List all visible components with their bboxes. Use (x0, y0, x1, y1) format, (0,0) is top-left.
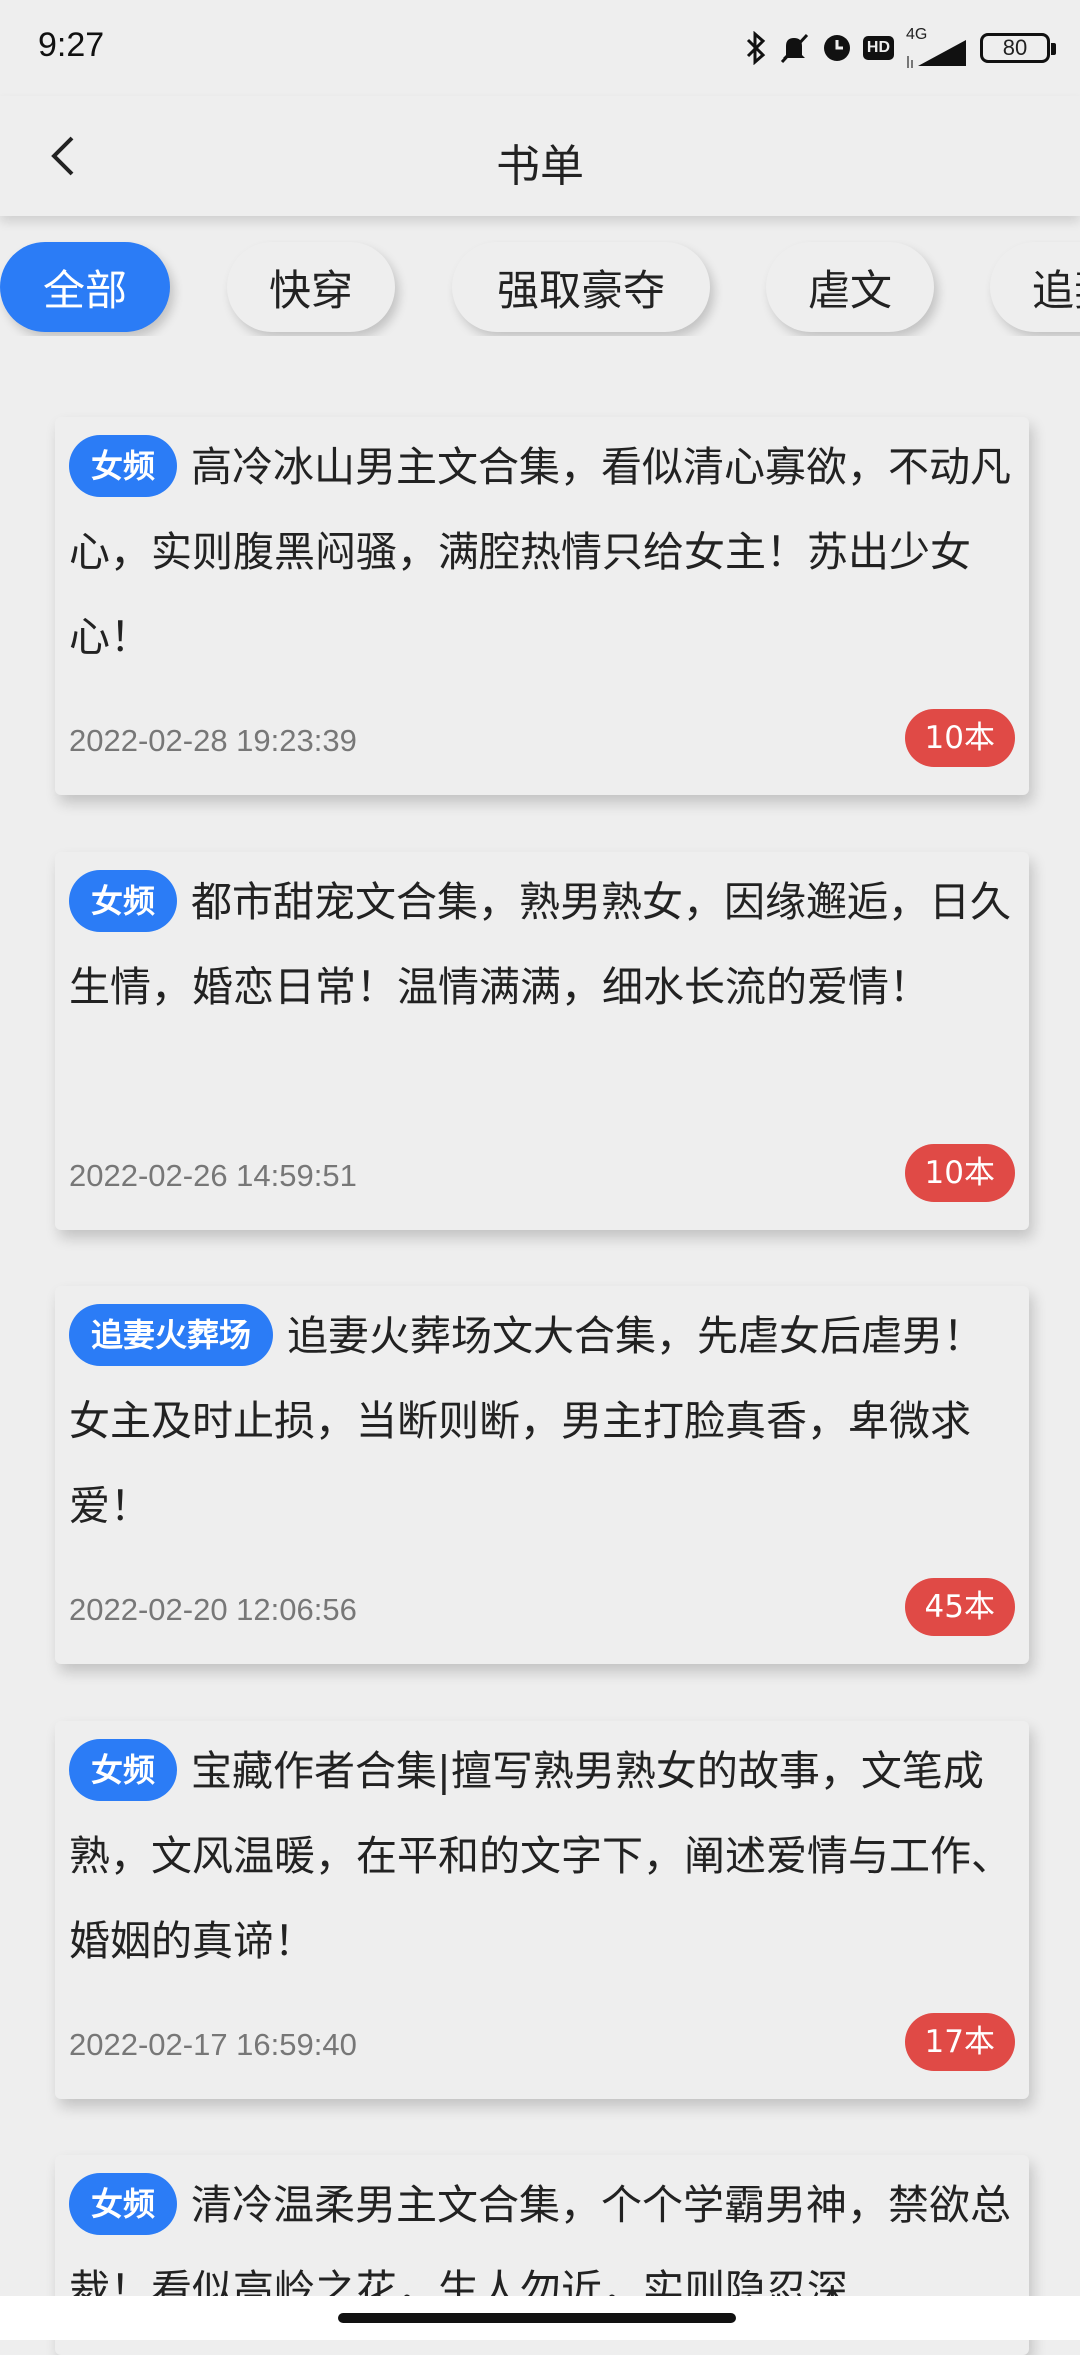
book-count-badge: 17本 (904, 2013, 1015, 2071)
tab-nuewen[interactable]: 虐文 (766, 242, 934, 332)
tab-all[interactable]: 全部 (0, 242, 170, 332)
category-badge: 女频 (69, 435, 178, 497)
category-badge: 女频 (69, 2173, 178, 2235)
status-bar: 9:27 HD 4G 80 (0, 0, 1080, 96)
page-title: 书单 (496, 141, 584, 192)
home-indicator[interactable] (338, 2313, 736, 2323)
battery-icon: 80 (980, 33, 1056, 63)
tab-zhuiqi[interactable]: 追妻 (990, 242, 1080, 332)
category-badge: 女频 (69, 1739, 178, 1801)
category-badge: 追妻火葬场 (69, 1304, 274, 1366)
book-count-badge: 10本 (904, 709, 1015, 767)
booklist-card[interactable]: 女频 都市甜宠文合集，熟男熟女，因缘邂逅，日久生情，婚恋日常！温情满满，细水长流的… (55, 852, 1029, 1230)
alarm-icon (823, 35, 850, 61)
booklist-description: 都市甜宠文合集，熟男熟女，因缘邂逅，日久生情，婚恋日常！温情满满，细水长流的爱情… (69, 878, 1012, 1011)
bluetooth-icon (746, 31, 766, 65)
mute-icon (780, 33, 808, 64)
booklist-card[interactable]: 追妻火葬场 追妻火葬场文大合集，先虐女后虐男！女主及时止损，当断则断，男主打脸真香… (55, 1286, 1029, 1664)
book-count-badge: 45本 (904, 1578, 1015, 1636)
booklist-date: 2022-02-26 14:59:51 (69, 1158, 357, 1193)
booklist-date: 2022-02-20 12:06:56 (69, 1592, 357, 1627)
category-badge: 女频 (69, 870, 178, 932)
book-count-badge: 10本 (904, 1144, 1015, 1202)
booklist-description: 宝藏作者合集|擅写熟男熟女的故事，文笔成熟，文风温暖，在平和的文字下，阐述爱情与… (69, 1747, 1012, 1965)
app-header: 书单 (0, 96, 1080, 216)
booklist-date: 2022-02-28 19:23:39 (69, 723, 357, 758)
booklist-card[interactable]: 女频 高冷冰山男主文合集，看似清心寡欲，不动凡心，实则腹黑闷骚，满腔热情只给女主！… (55, 417, 1029, 795)
booklist-card[interactable]: 女频 宝藏作者合集|擅写熟男熟女的故事，文笔成熟，文风温暖，在平和的文字下，阐述爱… (55, 1721, 1029, 2099)
tab-kuaichuan[interactable]: 快穿 (227, 242, 395, 332)
tab-qiangqu-haoduo[interactable]: 强取豪夺 (452, 242, 710, 332)
hd-icon: HD (862, 36, 894, 60)
status-time: 9:27 (38, 26, 105, 64)
gesture-bar (0, 2296, 1080, 2340)
booklist-date: 2022-02-17 16:59:40 (69, 2027, 357, 2062)
booklist-description: 清冷温柔男主文合集，个个学霸男神，禁欲总裁！看似高岭之花，生人勿近，实则隐忍深 (69, 2181, 1012, 2314)
status-icons: HD 4G 80 (745, 24, 1056, 72)
booklist-description: 高冷冰山男主文合集，看似清心寡欲，不动凡心，实则腹黑闷骚，满腔热情只给女主！苏出… (69, 443, 1012, 661)
category-tabs: 全部 快穿 强取豪夺 虐文 追妻 (0, 240, 1080, 336)
signal-icon: 4G (904, 26, 970, 70)
